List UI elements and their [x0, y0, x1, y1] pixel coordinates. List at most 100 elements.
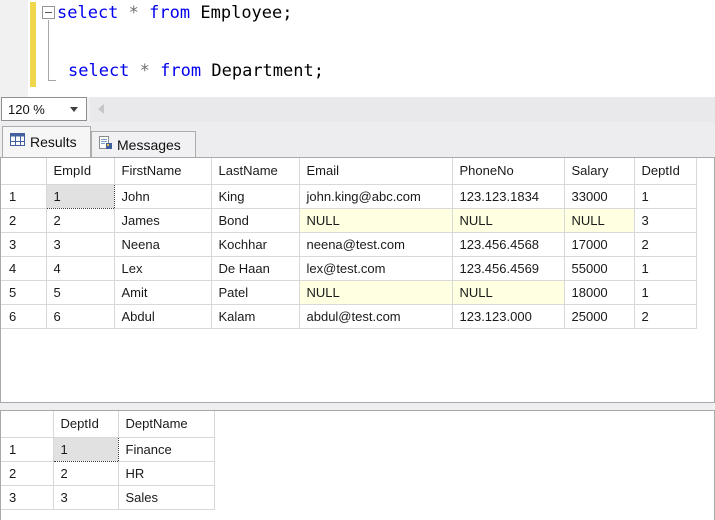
- table-row: 33Sales: [1, 485, 214, 509]
- code-line-1[interactable]: select * from Employee;: [57, 2, 293, 24]
- grid-cell[interactable]: 33000: [564, 184, 634, 208]
- column-header[interactable]: PhoneNo: [452, 158, 564, 184]
- editor-hscrollbar[interactable]: [90, 97, 715, 122]
- grid-cell[interactable]: neena@test.com: [299, 232, 452, 256]
- row-number[interactable]: 6: [1, 304, 46, 328]
- employee-results-panel: EmpIdFirstNameLastNameEmailPhoneNoSalary…: [0, 157, 715, 403]
- department-results-panel: DeptIdDeptName11Finance22HR33Sales: [0, 410, 715, 520]
- zoom-value: 120 %: [2, 102, 70, 117]
- tab-messages[interactable]: Messages: [91, 131, 196, 157]
- query-editor[interactable]: select * from Employee; select * from De…: [0, 0, 715, 97]
- grid-cell[interactable]: NULL: [299, 280, 452, 304]
- tab-results[interactable]: Results: [2, 126, 91, 157]
- grid-cell[interactable]: 1: [634, 256, 696, 280]
- grid-cell[interactable]: 3: [46, 232, 114, 256]
- grid-cell[interactable]: 18000: [564, 280, 634, 304]
- grid-cell[interactable]: 1: [46, 184, 114, 208]
- grid-cell[interactable]: lex@test.com: [299, 256, 452, 280]
- row-number[interactable]: 5: [1, 280, 46, 304]
- grid-cell[interactable]: 2: [634, 232, 696, 256]
- grid-cell[interactable]: Kochhar: [211, 232, 299, 256]
- sql-token: [150, 61, 160, 81]
- grid-cell[interactable]: 2: [46, 208, 114, 232]
- grid-cell[interactable]: john.king@abc.com: [299, 184, 452, 208]
- table-row: 22JamesBondNULLNULLNULL3: [1, 208, 696, 232]
- grid-cell[interactable]: 3: [634, 208, 696, 232]
- grid-cell[interactable]: 55000: [564, 256, 634, 280]
- row-number[interactable]: 3: [1, 232, 46, 256]
- outline-line-end: [48, 80, 56, 81]
- grid-cell[interactable]: 5: [46, 280, 114, 304]
- row-number[interactable]: 3: [1, 485, 53, 509]
- grid-cell[interactable]: 123.123.000: [452, 304, 564, 328]
- select-all-corner[interactable]: [1, 411, 53, 437]
- grid-cell[interactable]: 123.456.4568: [452, 232, 564, 256]
- grid-cell[interactable]: Lex: [114, 256, 211, 280]
- column-header[interactable]: DeptName: [118, 411, 214, 437]
- grid-cell[interactable]: John: [114, 184, 211, 208]
- grid-cell[interactable]: 1: [634, 280, 696, 304]
- grid-cell[interactable]: Patel: [211, 280, 299, 304]
- employee-grid: EmpIdFirstNameLastNameEmailPhoneNoSalary…: [1, 158, 697, 329]
- grid-cell[interactable]: De Haan: [211, 256, 299, 280]
- grid-cell[interactable]: Amit: [114, 280, 211, 304]
- grid-cell[interactable]: James: [114, 208, 211, 232]
- grid-cell[interactable]: Neena: [114, 232, 211, 256]
- sql-token: from: [149, 3, 190, 23]
- grid-cell[interactable]: abdul@test.com: [299, 304, 452, 328]
- grid-cell[interactable]: 2: [53, 461, 118, 485]
- grid-splitter[interactable]: [0, 403, 715, 410]
- outline-line: [48, 20, 49, 80]
- column-header[interactable]: FirstName: [114, 158, 211, 184]
- grid-cell[interactable]: NULL: [564, 208, 634, 232]
- column-header[interactable]: EmpId: [46, 158, 114, 184]
- grid-cell[interactable]: 123.456.4569: [452, 256, 564, 280]
- grid-cell[interactable]: 17000: [564, 232, 634, 256]
- grid-cell[interactable]: Sales: [118, 485, 214, 509]
- table-row: 11Finance: [1, 437, 214, 461]
- scroll-left-arrow-icon[interactable]: [98, 104, 104, 114]
- grid-cell[interactable]: NULL: [452, 280, 564, 304]
- sql-token: from: [160, 61, 201, 81]
- editor-gutter: [0, 0, 28, 97]
- sql-token: *: [140, 61, 150, 81]
- grid-cell[interactable]: 2: [634, 304, 696, 328]
- grid-cell[interactable]: NULL: [299, 208, 452, 232]
- zoom-combobox[interactable]: 120 %: [1, 97, 87, 121]
- grid-cell[interactable]: HR: [118, 461, 214, 485]
- grid-cell[interactable]: NULL: [452, 208, 564, 232]
- grid-cell[interactable]: 1: [53, 437, 118, 461]
- column-header[interactable]: Salary: [564, 158, 634, 184]
- grid-cell[interactable]: Abdul: [114, 304, 211, 328]
- grid-cell[interactable]: 4: [46, 256, 114, 280]
- grid-cell[interactable]: Bond: [211, 208, 299, 232]
- column-header[interactable]: DeptId: [53, 411, 118, 437]
- code-line-2[interactable]: select * from Department;: [68, 60, 324, 82]
- collapse-minus-icon[interactable]: [42, 6, 55, 19]
- column-header[interactable]: LastName: [211, 158, 299, 184]
- grid-cell[interactable]: King: [211, 184, 299, 208]
- row-number[interactable]: 1: [1, 437, 53, 461]
- column-header[interactable]: Email: [299, 158, 452, 184]
- change-tracking-bar: [30, 2, 36, 87]
- row-number[interactable]: 2: [1, 208, 46, 232]
- column-header[interactable]: DeptId: [634, 158, 696, 184]
- select-all-corner[interactable]: [1, 158, 46, 184]
- row-number[interactable]: 1: [1, 184, 46, 208]
- row-number[interactable]: 2: [1, 461, 53, 485]
- sql-token: [129, 61, 139, 81]
- sql-token: Employee;: [200, 3, 292, 23]
- results-grid-icon: [10, 133, 25, 151]
- sql-token: select: [57, 3, 118, 23]
- grid-cell[interactable]: 1: [634, 184, 696, 208]
- tab-label: Results: [30, 134, 77, 150]
- grid-cell[interactable]: 123.123.1834: [452, 184, 564, 208]
- table-row: 66AbdulKalamabdul@test.com123.123.000250…: [1, 304, 696, 328]
- grid-cell[interactable]: Finance: [118, 437, 214, 461]
- chevron-down-icon[interactable]: [70, 107, 78, 112]
- row-number[interactable]: 4: [1, 256, 46, 280]
- grid-cell[interactable]: 25000: [564, 304, 634, 328]
- grid-cell[interactable]: 3: [53, 485, 118, 509]
- grid-cell[interactable]: 6: [46, 304, 114, 328]
- grid-cell[interactable]: Kalam: [211, 304, 299, 328]
